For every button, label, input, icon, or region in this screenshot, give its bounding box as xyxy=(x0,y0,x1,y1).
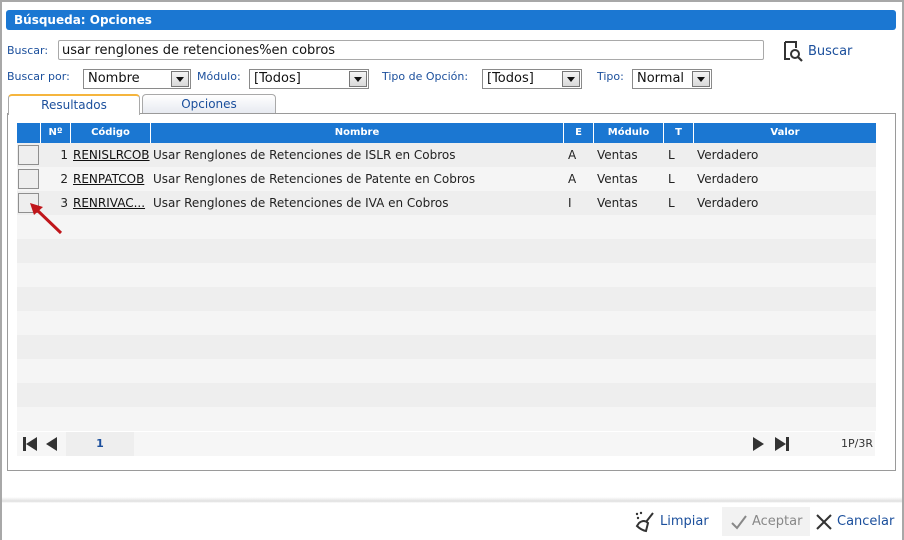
modulo-select[interactable]: [Todos] xyxy=(249,69,369,89)
table-row[interactable]: 3 RENRIVAC... Usar Renglones de Retencio… xyxy=(17,191,876,215)
grid-header: Nº Código Nombre E Módulo T Valor xyxy=(17,123,876,143)
tab-resultados[interactable]: Resultados xyxy=(8,94,140,115)
row-nombre: Usar Renglones de Retenciones de ISLR en… xyxy=(153,148,456,162)
empty-table-row xyxy=(17,311,876,335)
chevron-down-icon[interactable] xyxy=(692,71,710,87)
buscar-por-label: Buscar por: xyxy=(7,70,70,83)
empty-table-row xyxy=(17,263,876,287)
tab-opciones[interactable]: Opciones xyxy=(142,94,276,114)
results-grid: Nº Código Nombre E Módulo T Valor 1 RENI… xyxy=(17,123,876,431)
row-t: L xyxy=(668,196,675,210)
current-page[interactable]: 1 xyxy=(66,432,134,456)
chevron-down-icon[interactable] xyxy=(562,71,580,87)
row-checkbox[interactable] xyxy=(18,145,39,165)
row-nombre: Usar Renglones de Retenciones de Patente… xyxy=(153,172,476,186)
search-document-icon xyxy=(784,41,803,62)
row-no: 1 xyxy=(60,148,68,162)
row-valor: Verdadero xyxy=(697,148,759,162)
row-nombre: Usar Renglones de Retenciones de IVA en … xyxy=(153,196,449,210)
cancelar-button[interactable]: Cancelar xyxy=(815,507,894,536)
broom-icon xyxy=(635,511,654,532)
header-modulo[interactable]: Módulo xyxy=(594,123,664,143)
cancelar-label: Cancelar xyxy=(837,514,895,529)
tipo-opcion-select[interactable]: [Todos] xyxy=(482,69,582,89)
next-page-icon[interactable] xyxy=(751,437,767,451)
record-count: 1P/3R xyxy=(841,437,873,450)
window-frame-top xyxy=(0,0,904,2)
row-t: L xyxy=(668,172,675,186)
pager: 1 1P/3R xyxy=(17,432,875,456)
row-t: L xyxy=(668,148,675,162)
empty-table-row xyxy=(17,215,876,239)
window-frame-left xyxy=(0,0,2,540)
row-e: A xyxy=(568,172,577,186)
row-checkbox[interactable] xyxy=(18,169,39,189)
limpiar-label: Limpiar xyxy=(660,514,709,529)
row-e: A xyxy=(568,148,577,162)
tipo-opcion-value: [Todos] xyxy=(487,71,534,86)
search-label: Buscar: xyxy=(7,44,49,57)
row-valor: Verdadero xyxy=(697,196,759,210)
row-no: 3 xyxy=(60,196,68,210)
row-modulo: Ventas xyxy=(597,148,638,162)
row-modulo: Ventas xyxy=(597,196,638,210)
row-codigo-link[interactable]: RENPATCOB xyxy=(71,172,151,186)
empty-table-row xyxy=(17,239,876,263)
empty-table-row xyxy=(17,287,876,311)
last-page-icon[interactable] xyxy=(774,437,790,451)
row-codigo-link[interactable]: RENRIVAC... xyxy=(71,196,151,210)
row-checkbox[interactable] xyxy=(18,193,39,213)
header-select xyxy=(17,123,41,143)
chevron-down-icon[interactable] xyxy=(171,71,189,87)
tipo-label: Tipo: xyxy=(597,70,624,83)
tipo-value: Normal xyxy=(637,71,685,86)
table-row[interactable]: 2 RENPATCOB Usar Renglones de Retencione… xyxy=(17,167,876,191)
dialog-title: Búsqueda: Opciones xyxy=(6,10,896,30)
checkmark-icon xyxy=(731,514,747,530)
empty-table-row xyxy=(17,407,876,431)
chevron-down-icon[interactable] xyxy=(349,71,367,87)
limpiar-button[interactable]: Limpiar xyxy=(634,507,709,536)
previous-page-icon[interactable] xyxy=(44,437,60,451)
tipo-opcion-label: Tipo de Opción: xyxy=(382,70,469,83)
table-row[interactable]: 1 RENISLRCOB Usar Renglones de Retencion… xyxy=(17,143,876,167)
header-t[interactable]: T xyxy=(664,123,694,143)
header-e[interactable]: E xyxy=(564,123,594,143)
row-modulo: Ventas xyxy=(597,172,638,186)
search-button-label: Buscar xyxy=(808,43,853,59)
modulo-value: [Todos] xyxy=(254,71,301,86)
empty-rows xyxy=(17,215,876,431)
row-no: 2 xyxy=(60,172,68,186)
footer-divider xyxy=(2,497,902,503)
row-codigo-link[interactable]: RENISLRCOB xyxy=(71,148,151,162)
empty-table-row xyxy=(17,335,876,359)
header-codigo[interactable]: Código xyxy=(71,123,151,143)
close-icon xyxy=(816,513,832,530)
row-valor: Verdadero xyxy=(697,172,759,186)
empty-table-row xyxy=(17,359,876,383)
empty-table-row xyxy=(17,383,876,407)
row-e: I xyxy=(568,196,572,210)
aceptar-button[interactable]: Aceptar xyxy=(722,507,811,536)
search-input[interactable] xyxy=(58,40,764,60)
modulo-label: Módulo: xyxy=(197,70,241,83)
header-valor[interactable]: Valor xyxy=(694,123,876,143)
aceptar-label: Aceptar xyxy=(752,514,803,529)
tipo-select[interactable]: Normal xyxy=(632,69,712,89)
search-button[interactable]: Buscar xyxy=(782,40,852,62)
header-nombre[interactable]: Nombre xyxy=(151,123,564,143)
buscar-por-select[interactable]: Nombre xyxy=(83,69,191,89)
header-no[interactable]: Nº xyxy=(41,123,71,143)
first-page-icon[interactable] xyxy=(22,437,38,451)
buscar-por-value: Nombre xyxy=(88,71,140,86)
